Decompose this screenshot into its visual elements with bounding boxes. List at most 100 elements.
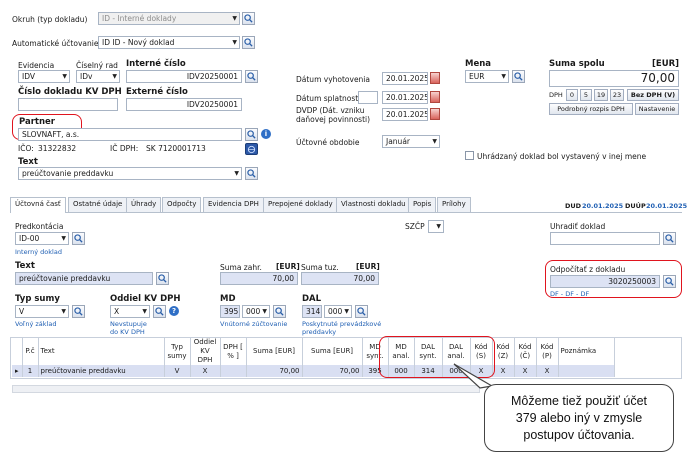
info-icon[interactable]: i bbox=[261, 129, 271, 139]
text-select[interactable]: preúčtovanie preddavku bbox=[18, 167, 242, 180]
uhradzany-checkbox[interactable] bbox=[465, 151, 474, 160]
predkontacia-select[interactable]: ID-00 bbox=[15, 232, 69, 245]
interne-cislo-lookup-button[interactable] bbox=[245, 70, 258, 83]
partner-lookup-button[interactable] bbox=[245, 128, 258, 141]
mena-select[interactable]: EUR bbox=[465, 70, 509, 83]
bez-dph-button[interactable]: Bez DPH (V) bbox=[627, 89, 679, 101]
dph-0-button[interactable]: 0 bbox=[566, 89, 578, 101]
calendar-icon[interactable] bbox=[430, 108, 440, 120]
oddiel-kv-lookup-button[interactable] bbox=[153, 305, 166, 318]
typ-sumy-select[interactable]: V bbox=[15, 305, 69, 318]
col-poznamka[interactable]: Poznámka bbox=[558, 338, 615, 365]
splatnost-dni-field[interactable] bbox=[358, 91, 378, 104]
calendar-icon[interactable] bbox=[430, 91, 440, 103]
text-lower-lookup-button[interactable] bbox=[156, 272, 169, 285]
cell-typ-sumy[interactable]: V bbox=[164, 365, 191, 377]
predkontacia-lookup-button[interactable] bbox=[72, 232, 85, 245]
tab-uhrady[interactable]: Úhrady bbox=[126, 197, 162, 212]
volny-zaklad-link[interactable]: Voľný základ bbox=[15, 320, 56, 328]
tab-uctovna-cast[interactable]: Účtovná časť bbox=[10, 197, 66, 213]
interny-doklad-link[interactable]: Interný doklad bbox=[15, 248, 62, 256]
podrobny-rozpis-button[interactable]: Podrobný rozpis DPH bbox=[549, 103, 633, 115]
col-suma-2[interactable]: Suma [EUR] bbox=[302, 338, 363, 365]
calendar-icon[interactable] bbox=[430, 72, 440, 84]
col-kod-c[interactable]: Kód (Č) bbox=[514, 338, 537, 365]
datum-vyhotovenia-field[interactable]: 20.01.2025 bbox=[382, 72, 428, 85]
uhradit-lookup-button[interactable] bbox=[663, 232, 676, 245]
col-oddiel[interactable]: Oddiel KV DPH bbox=[190, 338, 221, 365]
col-pc[interactable]: P.č bbox=[22, 338, 39, 365]
tab-prepojene-doklady[interactable]: Prepojené doklady bbox=[263, 197, 338, 212]
suma-spolu-field[interactable]: 70,00 bbox=[549, 70, 679, 87]
cell-kod-p[interactable]: X bbox=[536, 365, 559, 377]
search-icon bbox=[244, 14, 253, 23]
dal-anal-select[interactable]: 000 bbox=[324, 305, 352, 318]
nastavenie-button[interactable]: Nastavenie bbox=[635, 103, 679, 115]
okruh-select[interactable]: ID - Interné doklady bbox=[98, 12, 240, 25]
evidencia-select[interactable]: IDV bbox=[18, 70, 70, 83]
poskytnute-line-1[interactable]: Poskytnuté prevádzkové bbox=[302, 320, 381, 328]
auto-uctovanie-lookup-button[interactable] bbox=[242, 36, 255, 49]
tab-prilohy[interactable]: Prílohy bbox=[437, 197, 471, 212]
poskytnute-line-2[interactable]: preddavky bbox=[302, 328, 336, 336]
auto-uctovanie-select[interactable]: ID ID - Nový doklad bbox=[98, 36, 240, 49]
dal-ucet-field[interactable]: 314 bbox=[302, 305, 322, 318]
tab-evidencia-dph[interactable]: Evidencia DPH bbox=[203, 197, 264, 212]
okruh-lookup-button[interactable] bbox=[242, 12, 255, 25]
cell-dph[interactable] bbox=[220, 365, 247, 377]
cell-text[interactable]: preúčtovanie preddavku bbox=[38, 365, 165, 377]
datum-splatnosti-field[interactable]: 20.01.2025 bbox=[382, 91, 428, 104]
cislo-kv-dph-field[interactable] bbox=[18, 98, 118, 111]
globe-icon bbox=[247, 145, 256, 154]
dph-5-button[interactable]: 5 bbox=[580, 89, 592, 101]
suma-zahr-field[interactable]: 70,00 bbox=[220, 272, 298, 285]
col-typ-sumy[interactable]: Typ sumy bbox=[164, 338, 191, 365]
tab-ostatne-udaje[interactable]: Ostatné údaje bbox=[68, 197, 128, 212]
mena-lookup-button[interactable] bbox=[512, 70, 525, 83]
help-icon[interactable]: ? bbox=[169, 306, 179, 316]
vnutorne-zuctovanie-link[interactable]: Vnútorné zúčtovanie bbox=[220, 320, 287, 328]
cell-poznamka[interactable] bbox=[558, 365, 615, 377]
dal-lookup-button[interactable] bbox=[355, 305, 368, 318]
search-icon bbox=[247, 130, 256, 139]
col-dph[interactable]: DPH [ % ] bbox=[220, 338, 247, 365]
col-kod-p[interactable]: Kód (P) bbox=[536, 338, 559, 365]
cell-oddiel[interactable]: X bbox=[190, 365, 221, 377]
md-anal-select[interactable]: 000 bbox=[242, 305, 270, 318]
uhradit-doklad-label: Uhradiť doklad bbox=[550, 222, 606, 231]
odpocitat-link[interactable]: DF - DF - DF bbox=[550, 290, 589, 298]
odpocitat-field[interactable]: 3020250003 bbox=[550, 275, 660, 288]
typ-sumy-lookup-button[interactable] bbox=[72, 305, 85, 318]
col-suma-1[interactable]: Suma [EUR] bbox=[246, 338, 303, 365]
partner-field[interactable]: SLOVNAFT, a.s. bbox=[18, 128, 242, 141]
oddiel-kv-select[interactable]: X bbox=[110, 305, 150, 318]
text-lookup-button[interactable] bbox=[245, 167, 258, 180]
tab-vlastnosti-dokladu[interactable]: Vlastnosti dokladu bbox=[336, 197, 411, 212]
md-lookup-button[interactable] bbox=[273, 305, 286, 318]
cell-suma-2[interactable]: 70,00 bbox=[302, 365, 363, 377]
dph-23-button[interactable]: 23 bbox=[610, 89, 624, 101]
tab-odpocty[interactable]: Odpočty bbox=[162, 197, 202, 212]
szcp-select[interactable] bbox=[428, 220, 444, 233]
dph-label: DPH bbox=[549, 91, 563, 99]
md-ucet-field[interactable]: 395 bbox=[220, 305, 240, 318]
table-row[interactable]: ▸ 1 preúčtovanie preddavku V X 70,00 70,… bbox=[12, 365, 615, 377]
text-lower-field[interactable]: preúčtovanie preddavku bbox=[15, 272, 153, 285]
uhradit-doklad-field[interactable] bbox=[550, 232, 660, 245]
icdph-value: SK 7120001713 bbox=[146, 144, 206, 153]
register-lookup-button[interactable] bbox=[245, 143, 258, 155]
cell-pc[interactable]: 1 bbox=[22, 365, 39, 377]
uctovne-obdobie-select[interactable]: Január bbox=[382, 135, 440, 148]
cell-suma-1[interactable]: 70,00 bbox=[246, 365, 303, 377]
dvdp-field[interactable]: 20.01.2025 bbox=[382, 108, 428, 121]
interne-cislo-field[interactable]: IDV20250001 bbox=[126, 70, 242, 83]
ciselny-rad-select[interactable]: IDv bbox=[76, 70, 120, 83]
cell-kod-c[interactable]: X bbox=[514, 365, 537, 377]
col-text[interactable]: Text bbox=[38, 338, 165, 365]
dph-19-button[interactable]: 19 bbox=[594, 89, 608, 101]
horizontal-scrollbar[interactable] bbox=[12, 385, 480, 393]
tab-popis[interactable]: Popis bbox=[408, 197, 437, 212]
odpocitat-lookup-button[interactable] bbox=[663, 275, 676, 288]
externe-cislo-field[interactable]: IDV20250001 bbox=[126, 98, 242, 111]
suma-tuz-field[interactable]: 70,00 bbox=[301, 272, 379, 285]
